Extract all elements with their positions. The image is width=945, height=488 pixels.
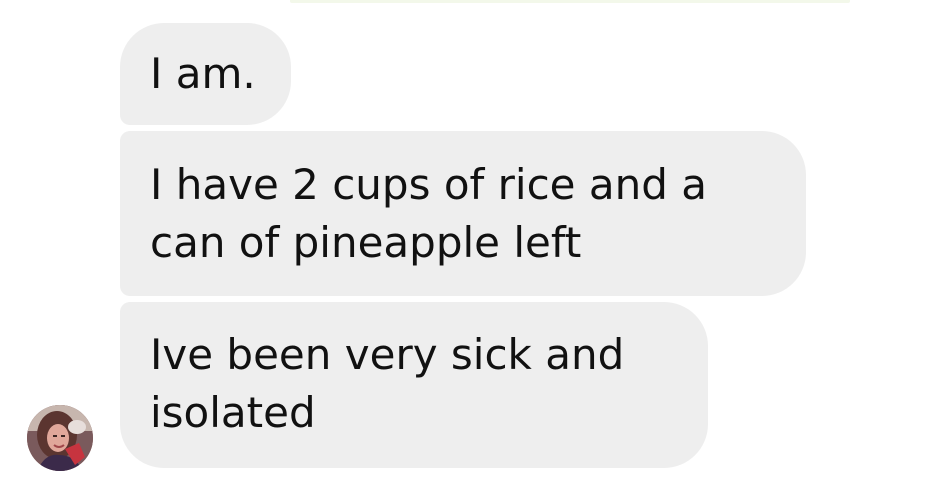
avatar-photo-icon [27, 405, 93, 471]
message-bubble-1[interactable]: I am. [120, 23, 291, 125]
sender-avatar-icon[interactable] [27, 405, 93, 471]
message-bubble-2[interactable]: I have 2 cups of rice and a can of pinea… [120, 131, 806, 296]
message-bubble-3[interactable]: Ive been very sick and isolated [120, 302, 708, 468]
chat-thread: I am. I have 2 cups of rice and a can of… [0, 0, 945, 488]
previous-message-edge [290, 0, 850, 3]
